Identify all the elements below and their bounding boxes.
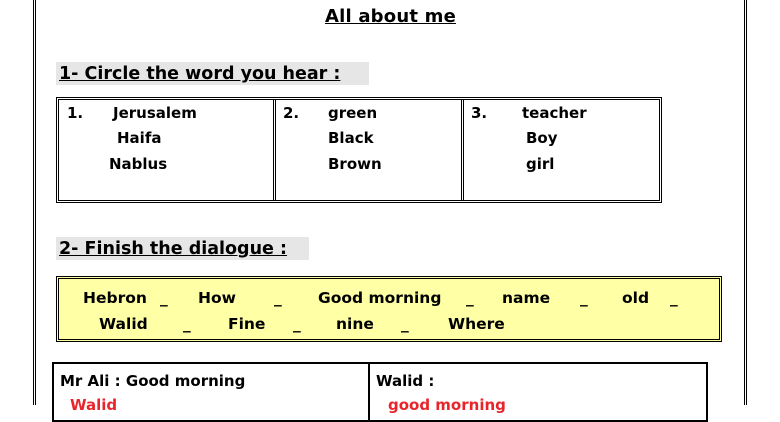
- bank-word: name: [502, 289, 551, 307]
- bank-word: Fine: [228, 315, 266, 333]
- dialogue-line: Walid :: [376, 372, 435, 390]
- circle-words-table: 1. Jerusalem Haifa Nablus 2. green Black…: [56, 97, 662, 203]
- word-option[interactable]: green: [328, 104, 377, 122]
- word-bank: Hebron _ How _ Good morning _ name _ old…: [56, 276, 722, 342]
- question-1-heading: 1- Circle the word you hear :: [56, 62, 369, 85]
- bank-separator: _: [274, 289, 282, 307]
- bank-separator: _: [580, 289, 588, 307]
- bank-separator: _: [183, 315, 191, 333]
- bank-word: Good morning: [318, 289, 442, 307]
- word-option[interactable]: Nablus: [109, 155, 167, 173]
- word-option[interactable]: Boy: [526, 129, 558, 147]
- dialogue-answer[interactable]: Walid: [70, 396, 117, 414]
- word-option[interactable]: teacher: [522, 104, 587, 122]
- bank-word: Walid: [99, 315, 148, 333]
- word-option[interactable]: Jerusalem: [113, 104, 197, 122]
- question-2-heading: 2- Finish the dialogue :: [56, 237, 309, 260]
- column-number: 3.: [471, 104, 488, 122]
- dialogue-table: Mr Ali : Good morning Walid Walid : good…: [52, 362, 708, 422]
- dialogue-line: Mr Ali : Good morning: [60, 372, 246, 390]
- word-option[interactable]: Brown: [328, 155, 382, 173]
- worksheet-title: All about me: [325, 6, 456, 27]
- bank-separator: _: [466, 289, 474, 307]
- bank-separator: _: [401, 315, 409, 333]
- word-option[interactable]: Black: [328, 129, 374, 147]
- page-border-right: [744, 0, 747, 405]
- bank-word: Hebron: [83, 289, 147, 307]
- page-border-left: [33, 0, 36, 405]
- bank-separator: _: [293, 315, 301, 333]
- column-number: 1.: [67, 104, 84, 122]
- word-option[interactable]: Haifa: [117, 129, 161, 147]
- bank-word: nine: [336, 315, 374, 333]
- dialogue-cell-left: Mr Ali : Good morning Walid: [54, 364, 370, 420]
- bank-separator: _: [160, 289, 168, 307]
- words-column-2: 2. green Black Brown: [273, 100, 461, 200]
- bank-word: old: [622, 289, 650, 307]
- bank-separator: _: [670, 289, 678, 307]
- bank-word: How: [198, 289, 236, 307]
- words-column-1: 1. Jerusalem Haifa Nablus: [59, 100, 273, 200]
- dialogue-cell-right: Walid : good morning: [370, 364, 706, 420]
- words-column-3: 3. teacher Boy girl: [461, 100, 659, 200]
- bank-word: Where: [448, 315, 505, 333]
- dialogue-answer[interactable]: good morning: [388, 396, 506, 414]
- word-option[interactable]: girl: [526, 155, 554, 173]
- column-number: 2.: [283, 104, 300, 122]
